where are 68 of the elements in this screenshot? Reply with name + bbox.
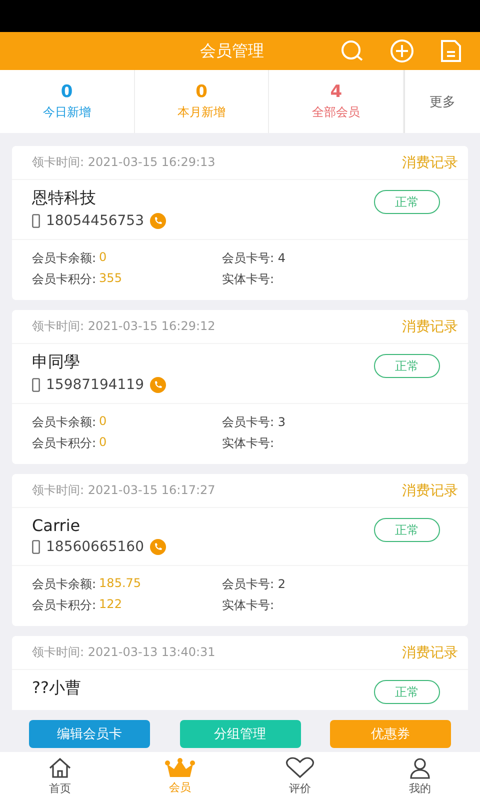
home-icon bbox=[48, 756, 72, 778]
document-icon[interactable] bbox=[440, 39, 462, 63]
member-name: Carrie bbox=[32, 516, 82, 535]
balance-label: 会员卡余额: bbox=[32, 414, 96, 431]
records-link[interactable]: 消费记录 bbox=[402, 318, 458, 336]
stat-value: 4 bbox=[330, 82, 342, 102]
call-icon[interactable] bbox=[150, 213, 166, 229]
member-card[interactable]: 领卡时间: 2021-03-13 13:40:31 消费记录 ??小曹 正常 bbox=[12, 636, 468, 710]
action-button[interactable]: 分组管理 bbox=[180, 720, 300, 748]
points-label: 会员卡积分: bbox=[32, 597, 96, 614]
card-number: 会员卡号: 2 bbox=[222, 576, 286, 593]
member-name: 恩特科技 bbox=[32, 188, 97, 209]
nav-tab[interactable]: 首页 bbox=[0, 752, 120, 800]
balance-value: 0 bbox=[99, 414, 107, 430]
points-label: 会员卡积分: bbox=[32, 271, 96, 288]
card-date: 领卡时间: 2021-03-15 16:29:13 bbox=[32, 154, 216, 171]
physical-card-label: 实体卡号: bbox=[222, 271, 276, 288]
card-number: 会员卡号: 3 bbox=[222, 414, 286, 431]
points-value: 355 bbox=[99, 271, 122, 287]
member-name: ??小曹 bbox=[32, 678, 81, 699]
card-number: 会员卡号: 4 bbox=[222, 250, 286, 267]
phone-number: 15987194119 bbox=[46, 377, 144, 393]
phone-number: 18054456753 bbox=[46, 213, 144, 229]
stat-label[interactable]: 全部会员 bbox=[312, 104, 360, 121]
balance-value: 185.75 bbox=[99, 576, 142, 592]
status-badge: 正常 bbox=[374, 518, 440, 542]
phone-icon bbox=[32, 214, 40, 228]
status-badge: 正常 bbox=[374, 680, 440, 704]
crown-icon bbox=[165, 758, 195, 778]
status-badge: 正常 bbox=[374, 190, 440, 214]
balance-label: 会员卡余额: bbox=[32, 576, 96, 593]
stat-value: 0 bbox=[60, 82, 73, 102]
balance-label: 会员卡余额: bbox=[32, 250, 96, 267]
physical-card-label: 实体卡号: bbox=[222, 597, 276, 614]
user-icon bbox=[409, 756, 431, 778]
card-date: 领卡时间: 2021-03-15 16:29:12 bbox=[32, 318, 216, 335]
action-button[interactable]: 优惠券 bbox=[330, 720, 451, 748]
call-icon[interactable] bbox=[150, 539, 166, 555]
phone-icon bbox=[32, 378, 40, 392]
status-badge: 正常 bbox=[374, 354, 440, 378]
nav-tab[interactable]: 会员 bbox=[120, 752, 240, 800]
phone-number: 18560665160 bbox=[46, 539, 144, 555]
member-card[interactable]: 领卡时间: 2021-03-15 16:29:13 消费记录 恩特科技 18054456753 正常 会员卡余额: 0 会员卡号: 4 会员卡积分: 355 实体卡号: bbox=[12, 146, 468, 300]
member-name: 申同學 bbox=[32, 352, 81, 373]
member-card[interactable]: 领卡时间: 2021-03-15 16:17:27 消费记录 Carrie 18560665160 正常 会员卡余额: 185.75 会员卡号: 2 会员卡积分: 122 实体卡号: bbox=[12, 474, 468, 626]
records-link[interactable]: 消费记录 bbox=[402, 154, 458, 172]
records-link[interactable]: 消费记录 bbox=[402, 482, 458, 500]
stat-label[interactable]: 今日新增 bbox=[42, 104, 91, 121]
records-link[interactable]: 消费记录 bbox=[402, 644, 458, 662]
card-date: 领卡时间: 2021-03-13 13:40:31 bbox=[32, 644, 216, 661]
points-value: 122 bbox=[99, 597, 122, 613]
add-icon[interactable] bbox=[390, 39, 414, 63]
stat-label[interactable]: 本月新增 bbox=[178, 104, 226, 121]
physical-card-label: 实体卡号: bbox=[222, 435, 276, 452]
page-title: 会员管理 bbox=[200, 40, 265, 62]
nav-tab[interactable]: 评价 bbox=[240, 752, 360, 800]
points-value: 0 bbox=[99, 435, 107, 451]
call-icon[interactable] bbox=[150, 377, 166, 393]
heart-icon bbox=[285, 756, 315, 778]
balance-value: 0 bbox=[99, 250, 107, 266]
card-date: 领卡时间: 2021-03-15 16:17:27 bbox=[32, 482, 216, 499]
member-card[interactable]: 领卡时间: 2021-03-15 16:29:12 消费记录 申同學 15987194119 正常 会员卡余额: 0 会员卡号: 3 会员卡积分: 0 实体卡号: bbox=[12, 310, 468, 464]
search-icon[interactable] bbox=[340, 39, 364, 63]
action-button[interactable]: 编辑会员卡 bbox=[29, 720, 150, 748]
nav-tab[interactable]: 我的 bbox=[360, 752, 480, 800]
points-label: 会员卡积分: bbox=[32, 435, 96, 452]
phone-icon bbox=[32, 540, 40, 554]
stat-value: 0 bbox=[196, 82, 208, 102]
